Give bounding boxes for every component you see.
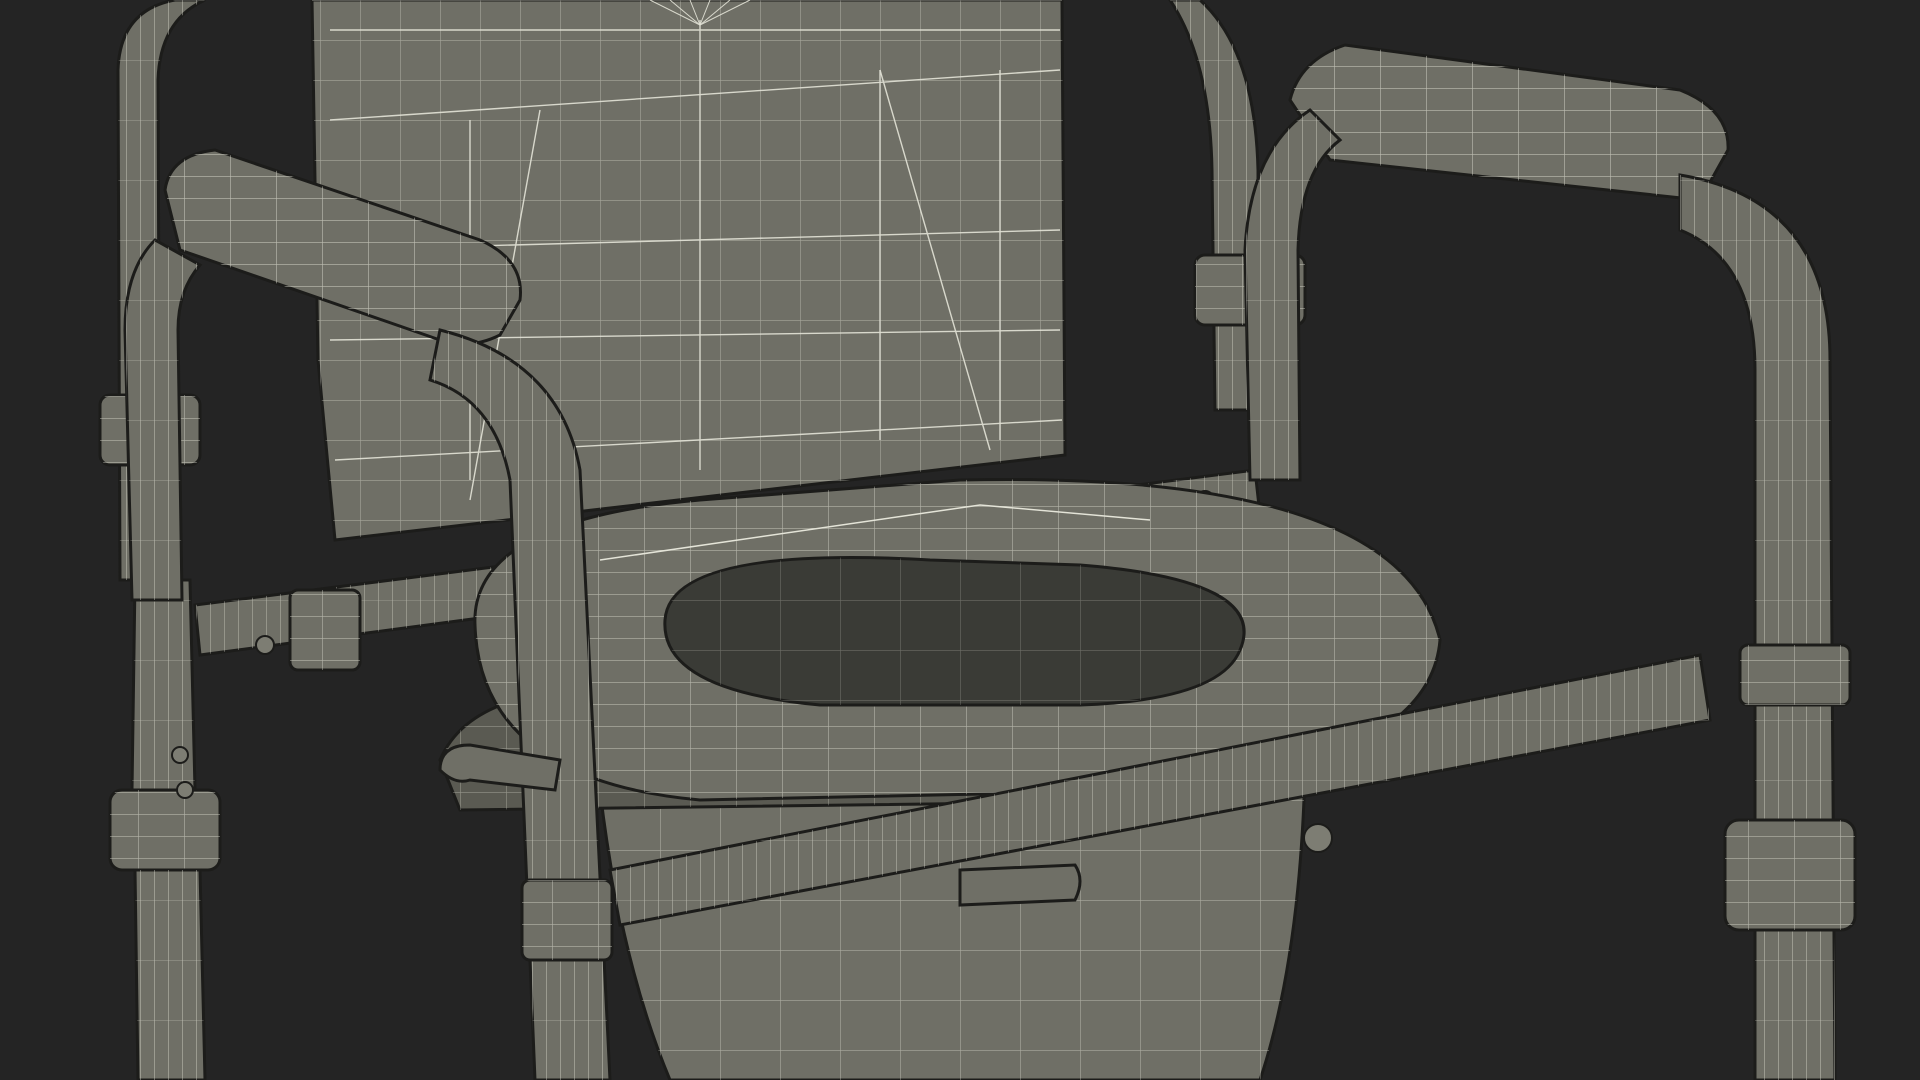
commode-chair-wireframe-render (0, 0, 1920, 1080)
